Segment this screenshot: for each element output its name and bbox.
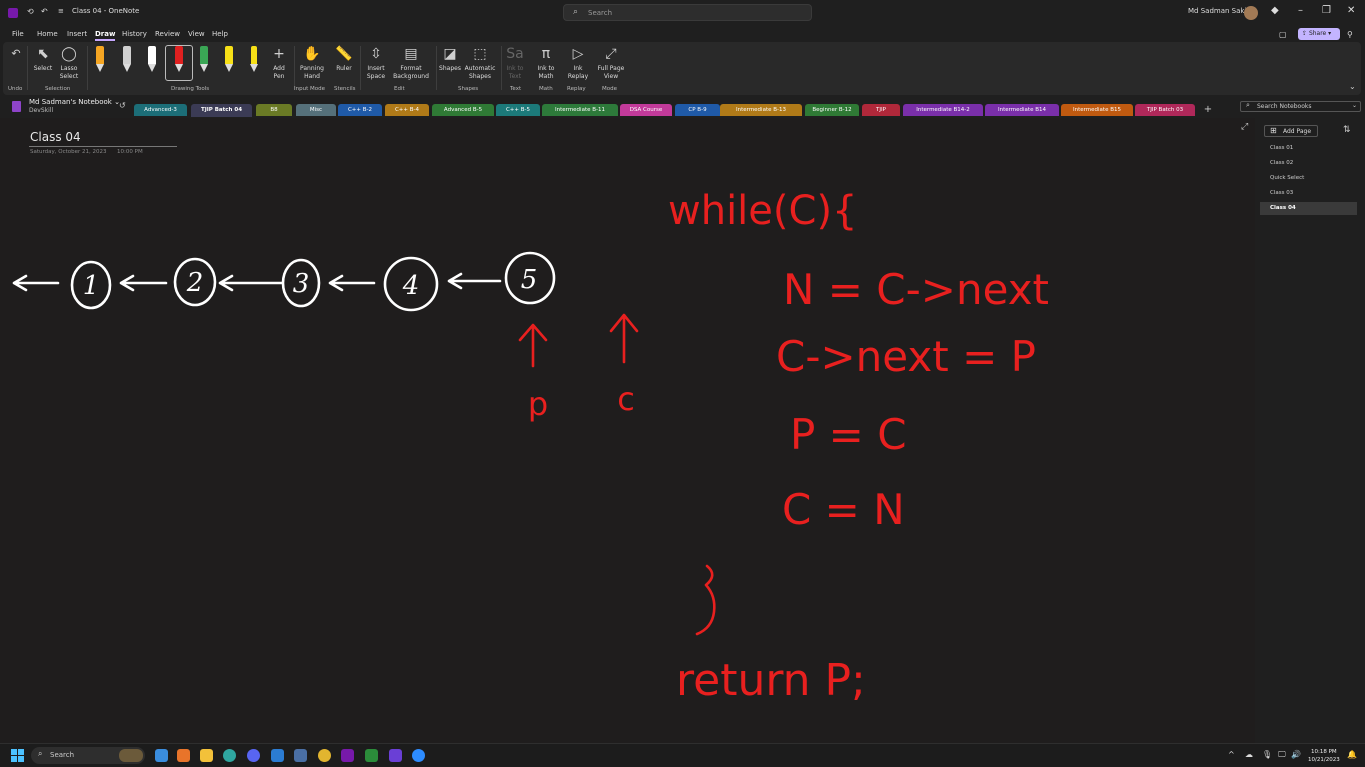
node-label-3: 3 xyxy=(293,269,310,299)
visual-studio-icon[interactable] xyxy=(389,749,402,762)
arrow-up-p xyxy=(518,323,548,368)
page-list-item[interactable]: Class 02 xyxy=(1260,157,1357,170)
notebook-view-icon[interactable]: ▢ xyxy=(1279,30,1287,39)
pointer-labels: p c xyxy=(528,380,635,423)
share-button[interactable]: ⇪ Share ▾ xyxy=(1298,28,1340,40)
close-icon[interactable]: ✕ xyxy=(1347,5,1355,16)
node-label-5: 5 xyxy=(521,265,538,295)
taskbar-search[interactable]: ⌕ Search xyxy=(31,747,145,764)
chrome-icon[interactable] xyxy=(318,749,331,762)
code-line-next: C->next = P xyxy=(776,332,1036,381)
network-icon[interactable]: 🖵 xyxy=(1278,750,1286,760)
code-lines: while(C){ N = C->next C->next = P P = C … xyxy=(668,188,1049,706)
arrow-left xyxy=(447,272,502,290)
node-label-1: 1 xyxy=(83,271,100,301)
app-icon-orange[interactable] xyxy=(177,749,190,762)
code-line-return: return P; xyxy=(676,655,866,706)
page-list-item[interactable]: Class 04 xyxy=(1260,202,1357,215)
arrow-up-c xyxy=(609,313,639,364)
edge-icon[interactable] xyxy=(223,749,236,762)
file-explorer-icon[interactable] xyxy=(200,749,213,762)
search-highlight-image xyxy=(119,749,143,762)
code-line-p: P = C xyxy=(790,410,907,459)
store-icon[interactable] xyxy=(271,749,284,762)
sort-icon[interactable]: ⇅ xyxy=(1343,125,1351,135)
diamond-icon[interactable]: ◆ xyxy=(1271,5,1279,16)
ribbon-collapse-icon[interactable]: ⌄ xyxy=(1349,82,1356,91)
mail-icon[interactable] xyxy=(294,749,307,762)
windows-start-icon[interactable] xyxy=(11,749,24,762)
page-list-item[interactable]: Class 03 xyxy=(1260,187,1357,200)
arrow-left xyxy=(328,274,376,292)
taskbar: ⌕ Search ^ ☁ 🎙 🖵 🔊 10:18 PM 10/21/2023 🔔 xyxy=(0,743,1365,767)
chevron-up-icon[interactable]: ^ xyxy=(1228,750,1235,759)
plus-icon: ⊞ xyxy=(1270,126,1277,135)
volume-icon[interactable]: 🔊 xyxy=(1291,750,1301,759)
chevron-down-icon[interactable]: ⌄ xyxy=(1352,102,1357,109)
taskview-icon[interactable] xyxy=(155,749,168,762)
mic-icon[interactable]: 🎙 xyxy=(1262,750,1272,759)
pointer-arrows xyxy=(518,313,716,636)
ink-drawing: 1 2 3 4 5 p c while(C){ N = C->next C->n… xyxy=(12,188,1049,706)
code-line-n: N = C->next xyxy=(783,265,1049,314)
add-page-button[interactable]: ⊞ Add Page xyxy=(1264,125,1318,137)
label-p: p xyxy=(528,385,548,423)
page-list-item[interactable]: Quick Select xyxy=(1260,172,1357,185)
onenote-icon[interactable] xyxy=(341,749,354,762)
page-list-item[interactable]: Class 01 xyxy=(1260,142,1357,155)
notification-icon[interactable]: 🔔 xyxy=(1347,750,1357,759)
discord-icon[interactable] xyxy=(247,749,260,762)
restore-icon[interactable]: ❐ xyxy=(1322,5,1331,16)
minimize-icon[interactable]: – xyxy=(1298,5,1303,16)
cloud-icon[interactable]: ☁ xyxy=(1245,750,1253,759)
zoom-icon[interactable] xyxy=(412,749,425,762)
arrow-left xyxy=(119,274,168,292)
arrow-left xyxy=(218,274,284,292)
arrow-left xyxy=(12,274,60,292)
search-icon: ⌕ xyxy=(38,749,43,758)
closing-brace xyxy=(695,564,716,636)
code-line-c: C = N xyxy=(782,485,905,534)
code-line-while: while(C){ xyxy=(668,188,858,234)
pin-icon[interactable]: ⚲ xyxy=(1347,30,1353,39)
app-icon-green[interactable] xyxy=(365,749,378,762)
label-c: c xyxy=(617,380,635,418)
taskbar-clock[interactable]: 10:18 PM 10/21/2023 xyxy=(1308,748,1340,764)
node-label-2: 2 xyxy=(186,268,204,298)
search-notebooks-input[interactable]: ⌕ Search Notebooks ⌄ xyxy=(1240,101,1361,112)
node-label-4: 4 xyxy=(402,271,420,301)
